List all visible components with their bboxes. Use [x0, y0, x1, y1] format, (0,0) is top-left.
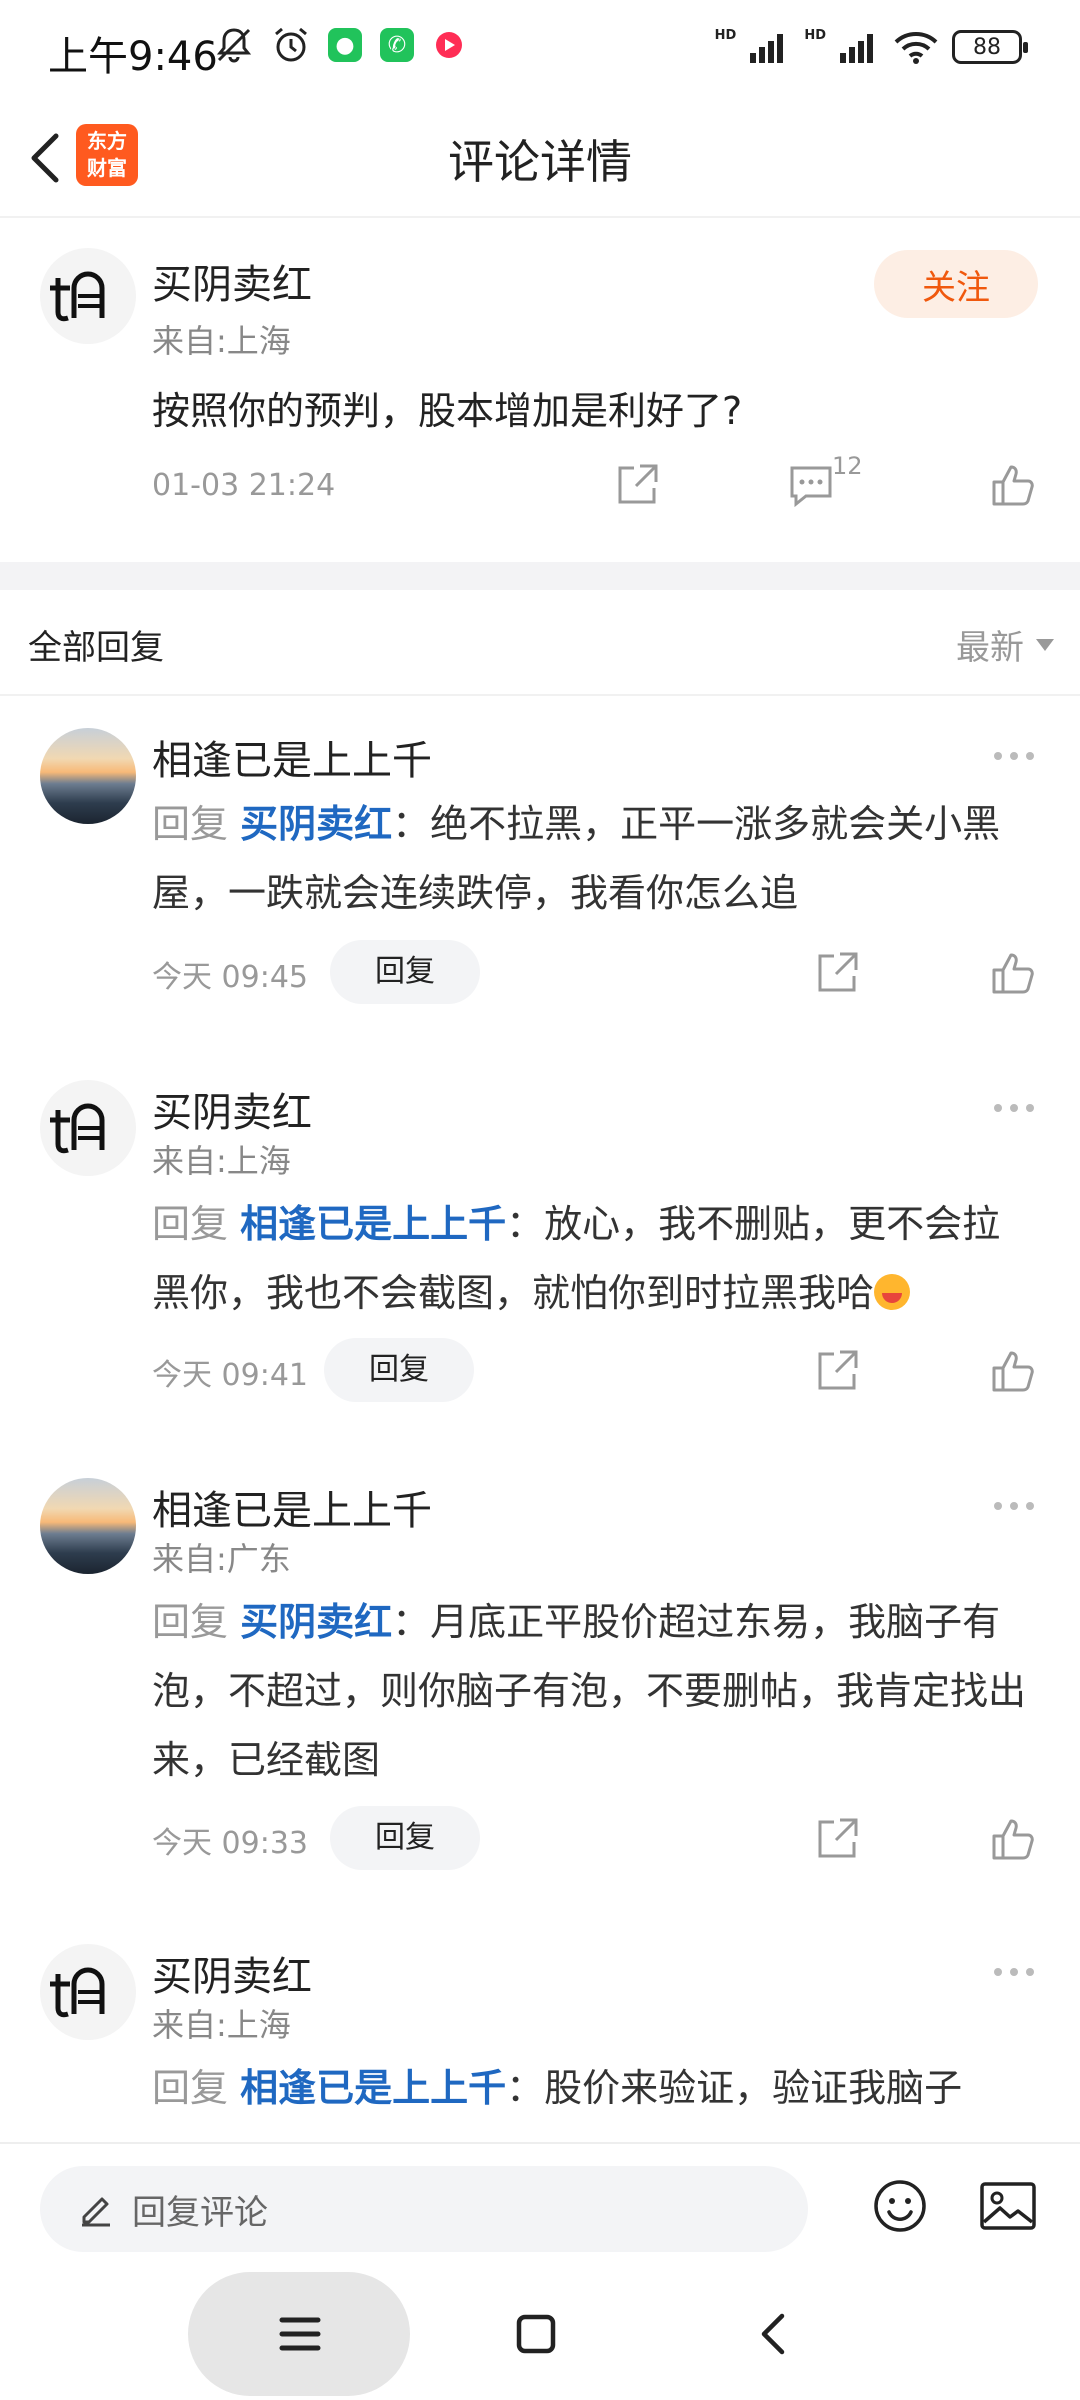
like-icon[interactable]: [988, 1346, 1038, 1396]
like-icon[interactable]: [988, 948, 1038, 998]
reply-prefix: 回复: [152, 2066, 229, 2110]
home-square-icon[interactable]: [506, 2304, 566, 2364]
laughing-emoji-icon: [874, 1273, 911, 1310]
reply-location: 来自:广东: [152, 1540, 291, 1578]
reply-text: 回复 相逢已是上上千：股价来验证，验证我脑子: [152, 2066, 963, 2110]
all-replies-title: 全部回复: [28, 628, 164, 668]
reply-prefix: 回复: [152, 802, 229, 846]
status-bar: 上午9:46 ● ✆ HD HD 88: [0, 0, 1080, 100]
pencil-icon: [82, 2197, 110, 2227]
reply-target-link[interactable]: 相逢已是上上千: [240, 2066, 506, 2110]
reply-author[interactable]: 买阴卖红: [152, 1080, 312, 1138]
reply-item: 相逢已是上上千 回复 买阴卖红：绝不拉黑，正平一涨多就会关小黑屋，一跌就会连续跌…: [0, 698, 1080, 1048]
reply-target-link[interactable]: 相逢已是上上千: [240, 1202, 506, 1246]
share-icon[interactable]: [612, 460, 662, 510]
avatar[interactable]: [40, 1080, 136, 1176]
status-time: 上午9:46: [48, 34, 218, 80]
reply-text: 回复 买阴卖红：绝不拉黑，正平一涨多就会关小黑屋，一跌就会连续跌停，我看你怎么追: [152, 802, 1001, 915]
reply-input-bar: 回复评论: [0, 2142, 1080, 2260]
emoji-icon[interactable]: [872, 2178, 928, 2234]
like-icon[interactable]: [988, 460, 1038, 510]
comment-icon[interactable]: [786, 460, 836, 510]
wifi-icon: [894, 32, 938, 64]
author-name[interactable]: 买阴卖红: [152, 252, 312, 310]
like-icon[interactable]: [988, 1814, 1038, 1864]
share-icon[interactable]: [812, 948, 862, 998]
hd-label: HD: [804, 27, 826, 43]
reply-input-placeholder: 回复评论: [132, 2192, 268, 2233]
avatar[interactable]: [40, 1944, 136, 2040]
user-logo-icon: [50, 271, 105, 322]
battery-indicator: 88: [952, 30, 1028, 64]
user-logo-icon: [50, 1967, 105, 2018]
back-icon[interactable]: [744, 2304, 804, 2364]
main-comment: 买阴卖红 来自:上海 关注 按照你的预判，股本增加是利好了? 01-03 21:…: [0, 220, 1080, 560]
reply-author[interactable]: 相逢已是上上千: [152, 1478, 432, 1536]
status-system-icons: HD HD 88: [714, 27, 1028, 64]
comment-count: 12: [832, 452, 863, 480]
menu-icon[interactable]: [270, 2304, 330, 2364]
comment-time: 01-03 21:24: [152, 468, 336, 503]
image-icon[interactable]: [978, 2178, 1038, 2234]
top-header: 东方 财富 评论详情: [0, 100, 1080, 218]
reply-prefix: 回复: [152, 1600, 229, 1644]
avatar[interactable]: [40, 728, 136, 824]
signal-icon: [750, 34, 784, 63]
user-logo-icon: [50, 1103, 105, 1154]
reply-time: 今天 09:33: [152, 1826, 308, 1861]
more-options-button[interactable]: [986, 746, 1042, 766]
alarm-icon: [275, 27, 307, 62]
reply-time: 今天 09:41: [152, 1358, 308, 1393]
reply-item: 相逢已是上上千 来自:广东 回复 买阴卖红：月底正平股价超过东易，我脑子有泡，不…: [0, 1448, 1080, 1914]
reply-time: 今天 09:45: [152, 960, 308, 995]
comment-text: 按照你的预判，股本增加是利好了?: [152, 389, 743, 433]
reply-body: 股价来验证，验证我脑子: [544, 2066, 963, 2110]
reply-button[interactable]: 回复: [324, 1338, 474, 1402]
wechat-icon: ●: [328, 28, 362, 62]
reply-author[interactable]: 相逢已是上上千: [152, 728, 432, 786]
author-location: 来自:上海: [152, 322, 291, 360]
section-separator: [0, 562, 1080, 590]
mute-icon: [216, 28, 252, 63]
reply-author[interactable]: 买阴卖红: [152, 1944, 312, 2002]
reply-item: 买阴卖红 来自:上海 回复 相逢已是上上千：放心，我不删贴，更不会拉黑你，我也不…: [0, 1050, 1080, 1450]
reply-item: 买阴卖红 来自:上海 回复 相逢已是上上千：股价来验证，验证我脑子: [0, 1914, 1080, 2142]
signal-icon: [840, 34, 873, 63]
reply-comment-input[interactable]: 回复评论: [40, 2166, 808, 2252]
more-options-button[interactable]: [986, 1098, 1042, 1118]
reply-location: 来自:上海: [152, 1142, 291, 1180]
app-notification-icon: [436, 32, 462, 58]
replies-header: 全部回复 最新: [0, 590, 1080, 696]
reply-button[interactable]: 回复: [330, 1806, 480, 1870]
phone-icon: ✆: [380, 28, 414, 62]
avatar[interactable]: [40, 1478, 136, 1574]
reply-button[interactable]: 回复: [330, 940, 480, 1004]
reply-text: 回复 买阴卖红：月底正平股价超过东易，我脑子有泡，不超过，则你脑子有泡，不要删帖…: [152, 1600, 1027, 1782]
avatar[interactable]: [40, 248, 136, 344]
sort-dropdown[interactable]: 最新: [956, 620, 1054, 669]
more-options-button[interactable]: [986, 1496, 1042, 1516]
system-nav-bar: [0, 2262, 1080, 2400]
more-options-button[interactable]: [986, 1962, 1042, 1982]
dropdown-triangle-icon: [1036, 638, 1054, 651]
sort-label: 最新: [956, 628, 1024, 668]
reply-prefix: 回复: [152, 1202, 229, 1246]
status-notification-icons: ● ✆: [214, 26, 466, 64]
reply-text: 回复 相逢已是上上千：放心，我不删贴，更不会拉黑你，我也不会截图，就怕你到时拉黑…: [152, 1202, 1001, 1315]
follow-button[interactable]: 关注: [874, 250, 1038, 318]
reply-target-link[interactable]: 买阴卖红: [240, 1600, 392, 1644]
reply-location: 来自:上海: [152, 2006, 291, 2044]
hd-label: HD: [714, 27, 737, 43]
share-icon[interactable]: [812, 1814, 862, 1864]
page-title: 评论详情: [448, 135, 632, 189]
reply-target-link[interactable]: 买阴卖红: [240, 802, 392, 846]
share-icon[interactable]: [812, 1346, 862, 1396]
